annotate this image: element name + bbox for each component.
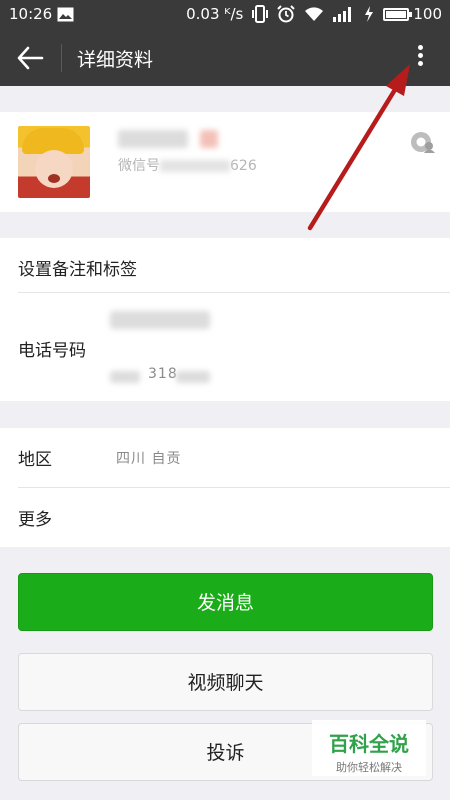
page-title: 详细资料	[77, 49, 154, 71]
send-message-button[interactable]: 发消息	[18, 573, 433, 631]
remark-label: 设置备注和标签	[18, 260, 137, 280]
avatar[interactable]	[18, 126, 90, 198]
status-bar: 10:26 0.03 ᴷ/s 100	[0, 0, 450, 30]
watermark-title: 百科全说	[329, 732, 409, 756]
image-icon	[57, 7, 74, 22]
remark-row[interactable]: 设置备注和标签	[18, 238, 450, 293]
phone-number-redacted-2	[110, 371, 140, 383]
vibrate-icon	[252, 5, 269, 23]
more-row[interactable]: 更多	[18, 488, 450, 547]
toolbar-divider	[61, 44, 62, 72]
battery-level: 100	[413, 5, 442, 23]
back-arrow-icon[interactable]	[14, 44, 46, 72]
signal-icon	[333, 7, 352, 22]
watermark: 百科全说 助你轻松解决	[312, 720, 426, 776]
network-speed: 0.03 ᴷ/s	[186, 5, 244, 23]
settings-section: 设置备注和标签 电话号码 318	[0, 238, 450, 401]
charging-icon	[365, 6, 374, 22]
watermark-subtitle: 助你轻松解决	[336, 761, 402, 774]
status-time: 10:26	[9, 5, 53, 23]
battery: 100	[383, 5, 442, 23]
wechat-id: 微信号 626	[118, 158, 257, 174]
camera-icon[interactable]	[410, 131, 436, 153]
phone-number-partial[interactable]: 318	[148, 366, 178, 382]
wifi-icon	[305, 7, 324, 21]
phone-row[interactable]: 电话号码 318	[18, 293, 450, 401]
alarm-icon	[277, 5, 296, 23]
more-vertical-icon[interactable]	[406, 42, 434, 74]
status-right: 0.03 ᴷ/s 100	[186, 5, 442, 23]
phone-number-redacted-1	[110, 311, 210, 329]
nickname-redacted	[118, 130, 188, 148]
battery-icon	[383, 7, 413, 21]
region-row: 地区 四川 自贡	[18, 428, 450, 488]
phone-label: 电话号码	[18, 341, 86, 361]
region-value: 四川 自贡	[116, 451, 182, 467]
more-label: 更多	[18, 510, 52, 530]
info-section: 地区 四川 自贡 更多	[0, 428, 450, 547]
gender-redacted	[200, 130, 218, 148]
video-chat-button[interactable]: 视频聊天	[18, 653, 433, 711]
phone-number-redacted-3	[176, 371, 210, 383]
region-label: 地区	[18, 450, 52, 470]
toolbar: 详细资料	[0, 30, 450, 86]
